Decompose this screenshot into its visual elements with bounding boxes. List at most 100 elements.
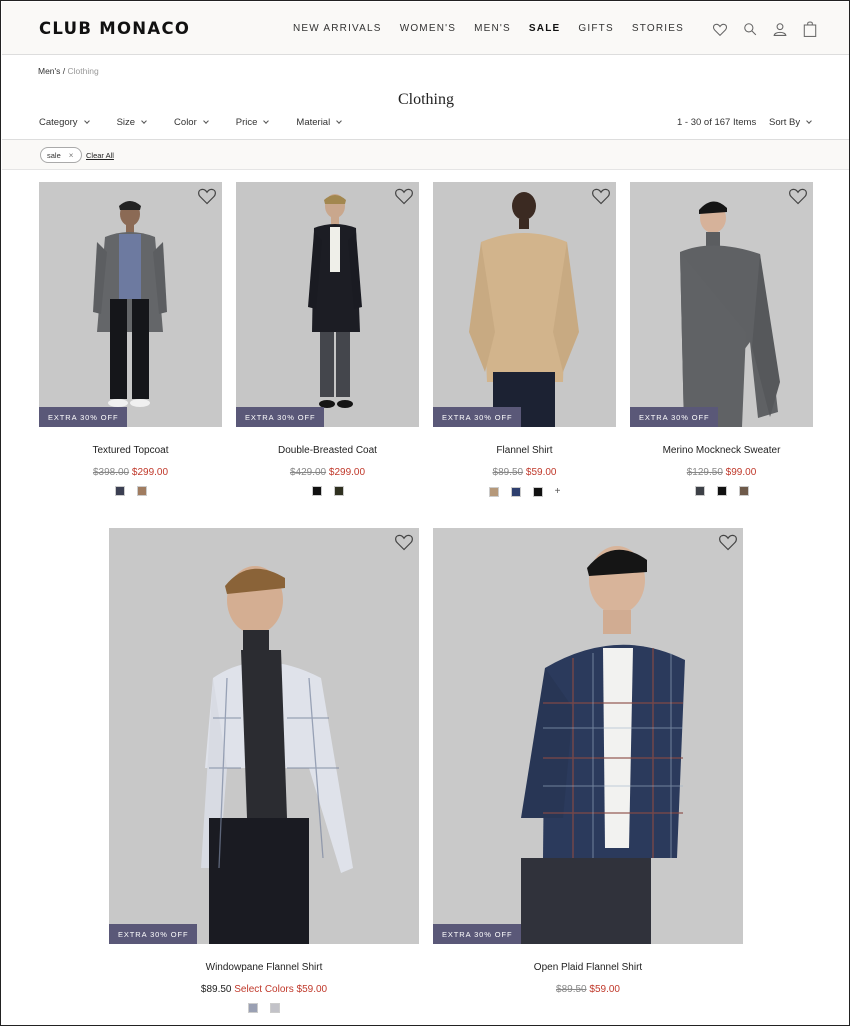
active-filters-bar: sale × Clear All xyxy=(2,139,849,170)
filter-material[interactable]: Material xyxy=(296,117,343,128)
header-icons xyxy=(705,18,825,40)
model-illustration xyxy=(308,194,362,408)
sale-price: $299.00 xyxy=(131,467,169,478)
filter-label: Price xyxy=(235,117,258,128)
filter-label: Material xyxy=(296,117,331,128)
product-price: $129.50 $99.00 xyxy=(630,467,813,478)
color-swatch[interactable] xyxy=(311,486,322,496)
main-nav: NEW ARRIVALS WOMEN'S MEN'S SALE GIFTS ST… xyxy=(293,23,702,34)
color-swatch[interactable] xyxy=(114,486,125,496)
active-filter-chip[interactable]: sale × xyxy=(40,147,83,163)
discount-badge: EXTRA 30% OFF xyxy=(236,407,325,427)
product-price: $429.00 $299.00 xyxy=(236,467,419,478)
color-swatch[interactable] xyxy=(738,486,749,496)
results-count: 1 - 30 of 167 Items xyxy=(677,117,757,128)
breadcrumb: Men's / Clothing xyxy=(38,66,99,76)
breadcrumb-parent[interactable]: Men's xyxy=(38,66,60,76)
filter-color[interactable]: Color xyxy=(174,117,209,128)
nav-stories[interactable]: STORIES xyxy=(632,23,684,34)
account-icon[interactable] xyxy=(765,18,795,40)
breadcrumb-separator: / xyxy=(60,66,68,76)
original-price: $89.50 xyxy=(556,984,587,995)
original-price: $398.00 xyxy=(92,467,130,478)
more-colors-button[interactable]: + xyxy=(555,486,561,497)
model-illustration xyxy=(680,201,780,427)
sort-by-dropdown[interactable]: Sort By xyxy=(769,117,812,128)
wishlist-heart-icon[interactable] xyxy=(395,533,413,551)
product-image[interactable]: EXTRA 30% OFF xyxy=(39,182,222,427)
discount-badge: EXTRA 30% OFF xyxy=(109,924,198,944)
regular-price: $89.50 xyxy=(200,984,232,995)
bag-icon[interactable] xyxy=(795,18,825,40)
color-swatch[interactable] xyxy=(532,486,543,497)
logo[interactable]: CLUB MONACO xyxy=(39,19,190,38)
product-name[interactable]: Double-Breasted Coat xyxy=(236,445,419,456)
product-image[interactable]: EXTRA 30% OFF xyxy=(630,182,813,427)
original-price: $129.50 xyxy=(686,467,723,478)
discount-badge: EXTRA 30% OFF xyxy=(433,407,522,427)
nav-sale[interactable]: SALE xyxy=(529,23,560,34)
filter-label: Color xyxy=(174,117,197,128)
wishlist-heart-icon[interactable] xyxy=(592,187,610,205)
filter-size[interactable]: Size xyxy=(116,117,147,128)
color-swatches xyxy=(630,486,813,496)
color-swatch[interactable] xyxy=(694,486,705,496)
wishlist-heart-icon[interactable] xyxy=(719,533,737,551)
wishlist-heart-icon[interactable] xyxy=(395,187,413,205)
page-title: Clothing xyxy=(397,91,454,108)
model-illustration xyxy=(93,201,167,407)
product-name[interactable]: Windowpane Flannel Shirt xyxy=(109,962,419,973)
chevron-down-icon xyxy=(336,118,343,124)
sale-price: $99.00 xyxy=(725,467,757,478)
chevron-down-icon xyxy=(83,118,90,124)
product-price: $89.50 $59.00 xyxy=(433,467,616,478)
nav-womens[interactable]: WOMEN'S xyxy=(400,23,456,34)
search-icon[interactable] xyxy=(735,18,765,40)
product-name[interactable]: Open Plaid Flannel Shirt xyxy=(433,962,743,973)
product-name[interactable]: Flannel Shirt xyxy=(433,445,616,456)
product-image[interactable]: EXTRA 30% OFF xyxy=(433,528,743,944)
breadcrumb-current: Clothing xyxy=(67,66,99,76)
wishlist-heart-icon[interactable] xyxy=(705,18,735,40)
discount-badge: EXTRA 30% OFF xyxy=(433,924,522,944)
color-swatch[interactable] xyxy=(488,486,499,497)
page-frame: CLUB MONACO NEW ARRIVALS WOMEN'S MEN'S S… xyxy=(0,0,850,1026)
color-swatch[interactable] xyxy=(510,486,521,497)
color-swatches xyxy=(236,486,419,496)
filter-category[interactable]: Category xyxy=(39,117,90,128)
product-name[interactable]: Merino Mockneck Sweater xyxy=(630,445,813,456)
product-name[interactable]: Textured Topcoat xyxy=(39,445,222,456)
nav-gifts[interactable]: GIFTS xyxy=(578,23,613,34)
chevron-down-icon xyxy=(202,118,209,124)
sale-price: $299.00 xyxy=(328,467,366,478)
original-price: $429.00 xyxy=(289,467,327,478)
site-header: CLUB MONACO NEW ARRIVALS WOMEN'S MEN'S S… xyxy=(2,2,849,55)
color-swatches xyxy=(109,1003,419,1013)
nav-mens[interactable]: MEN'S xyxy=(474,23,511,34)
chevron-down-icon xyxy=(141,118,147,124)
product-image[interactable]: EXTRA 30% OFF xyxy=(433,182,616,427)
product-image[interactable]: EXTRA 30% OFF xyxy=(236,182,419,427)
color-swatch[interactable] xyxy=(136,486,147,496)
model-illustration xyxy=(521,546,685,944)
color-swatch[interactable] xyxy=(270,1003,280,1013)
product-price: $89.50 Select Colors $59.00 xyxy=(109,984,419,995)
filter-label: Size xyxy=(116,117,136,128)
filter-bar: Category Size Color Price Material xyxy=(39,117,369,128)
color-swatch[interactable] xyxy=(716,486,727,496)
wishlist-heart-icon[interactable] xyxy=(198,187,216,205)
discount-badge: EXTRA 30% OFF xyxy=(39,407,128,427)
color-swatch[interactable] xyxy=(248,1003,258,1013)
nav-new-arrivals[interactable]: NEW ARRIVALS xyxy=(293,23,382,34)
discount-badge: EXTRA 30% OFF xyxy=(630,407,719,427)
close-icon[interactable]: × xyxy=(69,151,74,160)
clear-all-link[interactable]: Clear All xyxy=(86,151,114,160)
filter-label: Category xyxy=(39,117,78,128)
sale-price: Select Colors $59.00 xyxy=(234,984,328,995)
chevron-down-icon xyxy=(263,118,270,124)
wishlist-heart-icon[interactable] xyxy=(789,187,807,205)
filter-price[interactable]: Price xyxy=(235,117,270,128)
product-image[interactable]: EXTRA 30% OFF xyxy=(109,528,419,944)
color-swatches xyxy=(39,486,222,496)
color-swatch[interactable] xyxy=(333,486,344,496)
